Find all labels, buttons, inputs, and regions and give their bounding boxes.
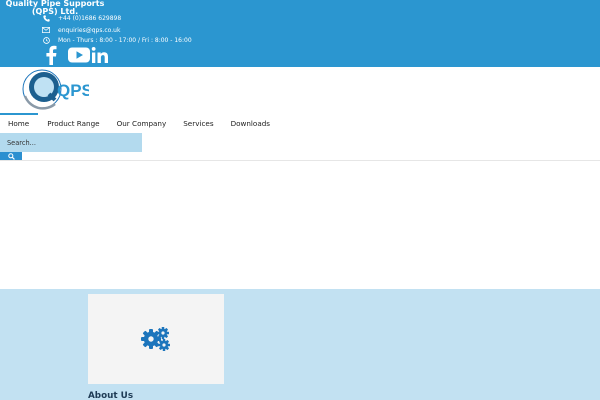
nav-item-our-company[interactable]: Our Company xyxy=(117,114,167,133)
qps-logo[interactable]: QPS xyxy=(21,69,93,111)
envelope-icon xyxy=(42,26,50,34)
youtube-icon[interactable] xyxy=(68,45,90,65)
about-card-image xyxy=(88,294,224,384)
nav-item-product-range[interactable]: Product Range xyxy=(47,114,99,133)
nav-item-downloads[interactable]: Downloads xyxy=(231,114,270,133)
nav-item-home[interactable]: Home xyxy=(8,114,29,133)
search-icon xyxy=(7,152,15,160)
gears-icon xyxy=(141,327,170,351)
clock-icon xyxy=(42,36,50,44)
phone-row[interactable]: +44 (0)1686 629898 xyxy=(42,13,121,23)
phone-number: +44 (0)1686 629898 xyxy=(58,14,122,22)
email-row[interactable]: enquiries@qps.co.uk xyxy=(42,25,120,35)
search-button[interactable] xyxy=(0,152,22,160)
section-divider xyxy=(0,160,600,161)
logo-text: QPS xyxy=(57,81,89,100)
email-address: enquiries@qps.co.uk xyxy=(58,26,121,34)
search-placeholder: Search... xyxy=(7,138,36,147)
opening-hours: Mon - Thurs : 8:00 - 17:00 / Fri : 8:00 … xyxy=(58,36,192,44)
phone-icon xyxy=(42,14,50,22)
about-us-heading: About Us xyxy=(88,391,134,400)
nav-item-services[interactable]: Services xyxy=(183,114,213,133)
top-bar: Quality Pipe Supports (QPS) Ltd. +44 (0)… xyxy=(0,0,600,67)
search-input[interactable]: Search... xyxy=(0,133,142,152)
main-nav: Home Product Range Our Company Services … xyxy=(0,114,600,133)
hours-row: Mon - Thurs : 8:00 - 17:00 / Fri : 8:00 … xyxy=(42,35,192,45)
page: Quality Pipe Supports (QPS) Ltd. +44 (0)… xyxy=(0,0,600,400)
linkedin-icon[interactable] xyxy=(91,45,109,65)
facebook-icon[interactable] xyxy=(44,45,62,65)
